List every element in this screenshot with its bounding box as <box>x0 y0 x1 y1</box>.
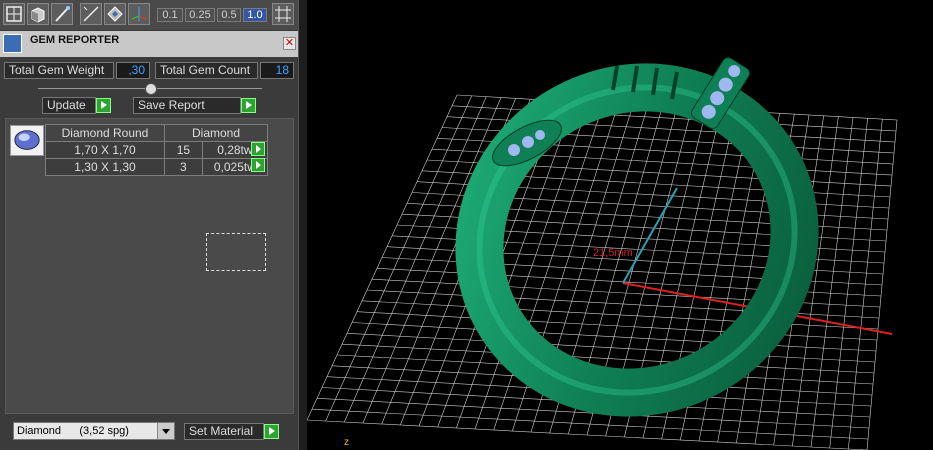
zoom-1-0[interactable]: 1.0 <box>243 8 267 22</box>
snap-grid-icon[interactable] <box>272 3 294 25</box>
grid-line <box>311 408 869 440</box>
ring-band <box>455 63 819 417</box>
material-header: Diamond <box>164 124 268 142</box>
zoom-0-25[interactable]: 0.25 <box>185 8 215 22</box>
ring-scene <box>307 57 898 450</box>
grid-line <box>346 333 876 363</box>
set-material-go-icon[interactable] <box>264 424 279 439</box>
diamond-gem-icon <box>10 125 44 156</box>
z-axis-line <box>622 187 678 284</box>
save-report-button[interactable]: Save Report <box>133 97 241 114</box>
grid-line <box>866 119 898 450</box>
dimension-label: 21,5mm <box>593 247 633 259</box>
grid-view-icon[interactable] <box>3 3 25 25</box>
panel-splitter[interactable] <box>298 0 307 450</box>
table-header-row: Diamond Round Diamond <box>45 124 268 142</box>
row-count: 3 <box>164 158 203 176</box>
cube-view-icon[interactable] <box>27 3 49 25</box>
selection-marquee <box>206 233 266 271</box>
row-size: 1,30 X 1,30 <box>45 158 165 176</box>
axis-icon[interactable] <box>128 3 150 25</box>
axis-gizmo-label: z <box>344 437 349 448</box>
3d-viewport[interactable]: 21,5mm z <box>307 0 933 450</box>
table-row: 1,70 X 1,70 15 0,28tw <box>45 141 269 159</box>
update-go-icon[interactable] <box>96 98 111 113</box>
gem-stone <box>522 136 534 148</box>
row-count: 15 <box>164 141 203 159</box>
grid-line <box>810 117 854 448</box>
gem-reporter-icon <box>3 34 22 53</box>
total-count-label: Total Gem Count <box>155 62 258 79</box>
zoom-0-5[interactable]: 0.5 <box>217 8 241 22</box>
gem-report-table: Diamond Round Diamond 1,70 X 1,70 15 0,2… <box>45 124 269 176</box>
total-count-value: 18 <box>260 62 294 79</box>
panel-title: GEM REPORTER <box>30 34 120 46</box>
material-select-value: Diamond (3,52 spg) <box>17 425 129 437</box>
chevron-down-icon[interactable] <box>157 423 174 439</box>
measure-icon[interactable] <box>80 3 102 25</box>
diamond-view-icon[interactable] <box>104 3 126 25</box>
zoom-0-1[interactable]: 0.1 <box>157 8 183 22</box>
save-report-go-icon[interactable] <box>241 98 256 113</box>
gem-reporter-panel: 0.1 0.25 0.5 1.0 GEM REPORTER ✕ Total Ge… <box>0 0 302 450</box>
top-toolbar: 0.1 0.25 0.5 1.0 <box>0 0 302 30</box>
wand-icon[interactable] <box>51 3 73 25</box>
close-icon[interactable]: ✕ <box>283 37 296 50</box>
row-size: 1,70 X 1,70 <box>45 141 165 159</box>
panel-slider-knob[interactable] <box>145 83 157 95</box>
total-weight-label: Total Gem Weight <box>4 62 114 79</box>
gem-stone <box>535 130 545 140</box>
material-select[interactable]: Diamond (3,52 spg) <box>13 422 175 440</box>
total-weight-value: ,30 <box>116 62 150 79</box>
grid-line <box>829 118 868 449</box>
gem-stone <box>508 144 520 156</box>
grid-line <box>307 419 868 450</box>
panel-header: GEM REPORTER ✕ <box>0 31 300 57</box>
row-go-button[interactable] <box>251 142 265 156</box>
table-row: 1,30 X 1,30 3 0,025tw <box>45 158 269 176</box>
set-material-button[interactable]: Set Material <box>184 423 264 440</box>
row-go-button[interactable] <box>251 158 265 172</box>
grid-line <box>848 119 883 450</box>
gem-name-header: Diamond Round <box>45 124 165 142</box>
update-button[interactable]: Update <box>42 97 96 114</box>
grid-line <box>351 322 877 352</box>
